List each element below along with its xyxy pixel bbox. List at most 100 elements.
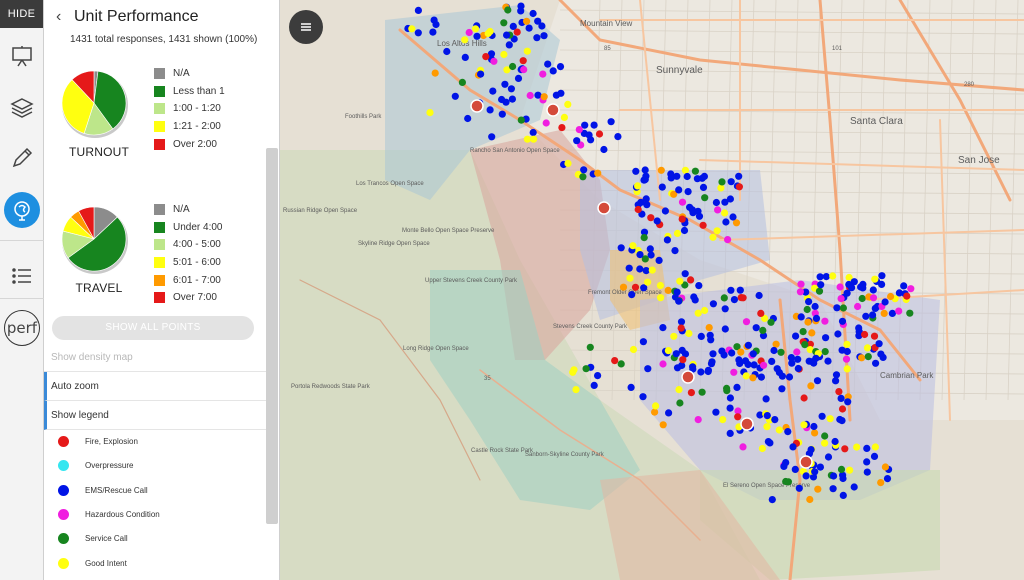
incident-point[interactable]: [875, 340, 883, 348]
incident-point[interactable]: [837, 295, 845, 303]
incident-point[interactable]: [629, 345, 638, 354]
incident-point[interactable]: [900, 282, 908, 290]
incident-point[interactable]: [850, 483, 858, 491]
incident-point[interactable]: [523, 47, 531, 55]
incident-point[interactable]: [691, 296, 699, 304]
incident-point[interactable]: [661, 207, 670, 215]
incident-point[interactable]: [822, 334, 830, 342]
incident-point[interactable]: [636, 265, 644, 273]
panel-scrollbar[interactable]: [266, 148, 278, 524]
incident-point[interactable]: [721, 209, 729, 217]
incident-point[interactable]: [795, 484, 803, 492]
incident-point[interactable]: [712, 408, 720, 416]
incident-point[interactable]: [869, 311, 877, 319]
fire-station-marker[interactable]: [546, 103, 560, 117]
incident-point[interactable]: [778, 385, 786, 393]
incident-point[interactable]: [681, 270, 689, 278]
incident-point[interactable]: [906, 309, 914, 317]
incident-point[interactable]: [805, 298, 813, 306]
incident-point[interactable]: [869, 286, 877, 294]
incident-point[interactable]: [735, 183, 744, 191]
incident-point[interactable]: [694, 416, 702, 424]
incident-point[interactable]: [812, 314, 821, 322]
incident-point[interactable]: [648, 266, 656, 274]
turnout-pie[interactable]: [58, 67, 128, 138]
incident-point[interactable]: [757, 373, 766, 381]
incident-point[interactable]: [812, 354, 820, 362]
incident-point[interactable]: [841, 445, 849, 453]
incident-point[interactable]: [664, 286, 672, 294]
incident-point[interactable]: [800, 394, 808, 402]
incident-point[interactable]: [804, 318, 812, 326]
incident-point[interactable]: [651, 408, 659, 416]
incident-point[interactable]: [675, 386, 683, 394]
incident-point[interactable]: [788, 359, 796, 367]
incident-point[interactable]: [657, 294, 665, 302]
incident-point[interactable]: [672, 350, 680, 358]
incident-point[interactable]: [680, 226, 689, 235]
incident-point[interactable]: [722, 218, 730, 226]
incident-point[interactable]: [552, 91, 561, 99]
incident-point[interactable]: [709, 233, 717, 241]
incident-point[interactable]: [735, 356, 743, 364]
incident-point[interactable]: [888, 309, 897, 317]
incident-point[interactable]: [793, 348, 801, 356]
incident-point[interactable]: [838, 417, 846, 425]
fire-station-marker[interactable]: [470, 99, 484, 113]
incident-point[interactable]: [730, 368, 738, 376]
incident-point[interactable]: [721, 325, 729, 333]
incident-point[interactable]: [771, 416, 779, 424]
incident-point[interactable]: [835, 388, 843, 396]
incident-point[interactable]: [802, 472, 810, 480]
incident-point[interactable]: [749, 374, 757, 382]
incident-point[interactable]: [678, 215, 686, 223]
incident-point[interactable]: [863, 344, 872, 352]
incident-point[interactable]: [839, 474, 847, 483]
incident-point[interactable]: [734, 413, 742, 421]
incident-point[interactable]: [728, 349, 736, 357]
incident-point[interactable]: [489, 87, 497, 95]
incident-point[interactable]: [414, 6, 422, 14]
incident-point[interactable]: [858, 294, 866, 303]
incident-point[interactable]: [755, 291, 763, 300]
incident-point[interactable]: [736, 286, 744, 294]
incident-point[interactable]: [687, 389, 696, 397]
incident-point[interactable]: [843, 340, 851, 348]
incident-point[interactable]: [799, 328, 807, 336]
incident-point[interactable]: [684, 188, 692, 196]
incident-point[interactable]: [683, 172, 691, 181]
incident-point[interactable]: [686, 203, 694, 211]
incident-point[interactable]: [784, 428, 792, 436]
incident-point[interactable]: [726, 404, 734, 412]
incident-point[interactable]: [508, 62, 517, 71]
incident-point[interactable]: [869, 294, 878, 302]
incident-point[interactable]: [836, 283, 844, 291]
incident-point[interactable]: [721, 305, 729, 313]
incident-point[interactable]: [714, 206, 722, 214]
incident-point[interactable]: [878, 280, 886, 288]
incident-point[interactable]: [777, 348, 785, 356]
incident-point[interactable]: [895, 307, 903, 315]
incident-point[interactable]: [617, 360, 625, 368]
incident-point[interactable]: [663, 236, 672, 244]
incident-point[interactable]: [826, 415, 834, 423]
incident-point[interactable]: [844, 398, 852, 406]
incident-point[interactable]: [707, 336, 715, 344]
incident-point[interactable]: [807, 382, 815, 390]
incident-point[interactable]: [863, 444, 871, 452]
incident-point[interactable]: [862, 312, 870, 320]
incident-point[interactable]: [451, 92, 459, 100]
incident-point[interactable]: [594, 372, 602, 380]
incident-point[interactable]: [656, 281, 665, 290]
incident-point[interactable]: [723, 387, 731, 395]
incident-point[interactable]: [792, 332, 800, 340]
incident-point[interactable]: [482, 53, 490, 61]
incident-point[interactable]: [529, 9, 537, 18]
incident-point[interactable]: [558, 124, 566, 132]
incident-point[interactable]: [529, 128, 537, 137]
incident-point[interactable]: [673, 229, 682, 237]
incident-point[interactable]: [757, 309, 765, 317]
incident-point[interactable]: [694, 207, 702, 215]
incident-point[interactable]: [877, 350, 885, 358]
incident-point[interactable]: [639, 338, 648, 346]
